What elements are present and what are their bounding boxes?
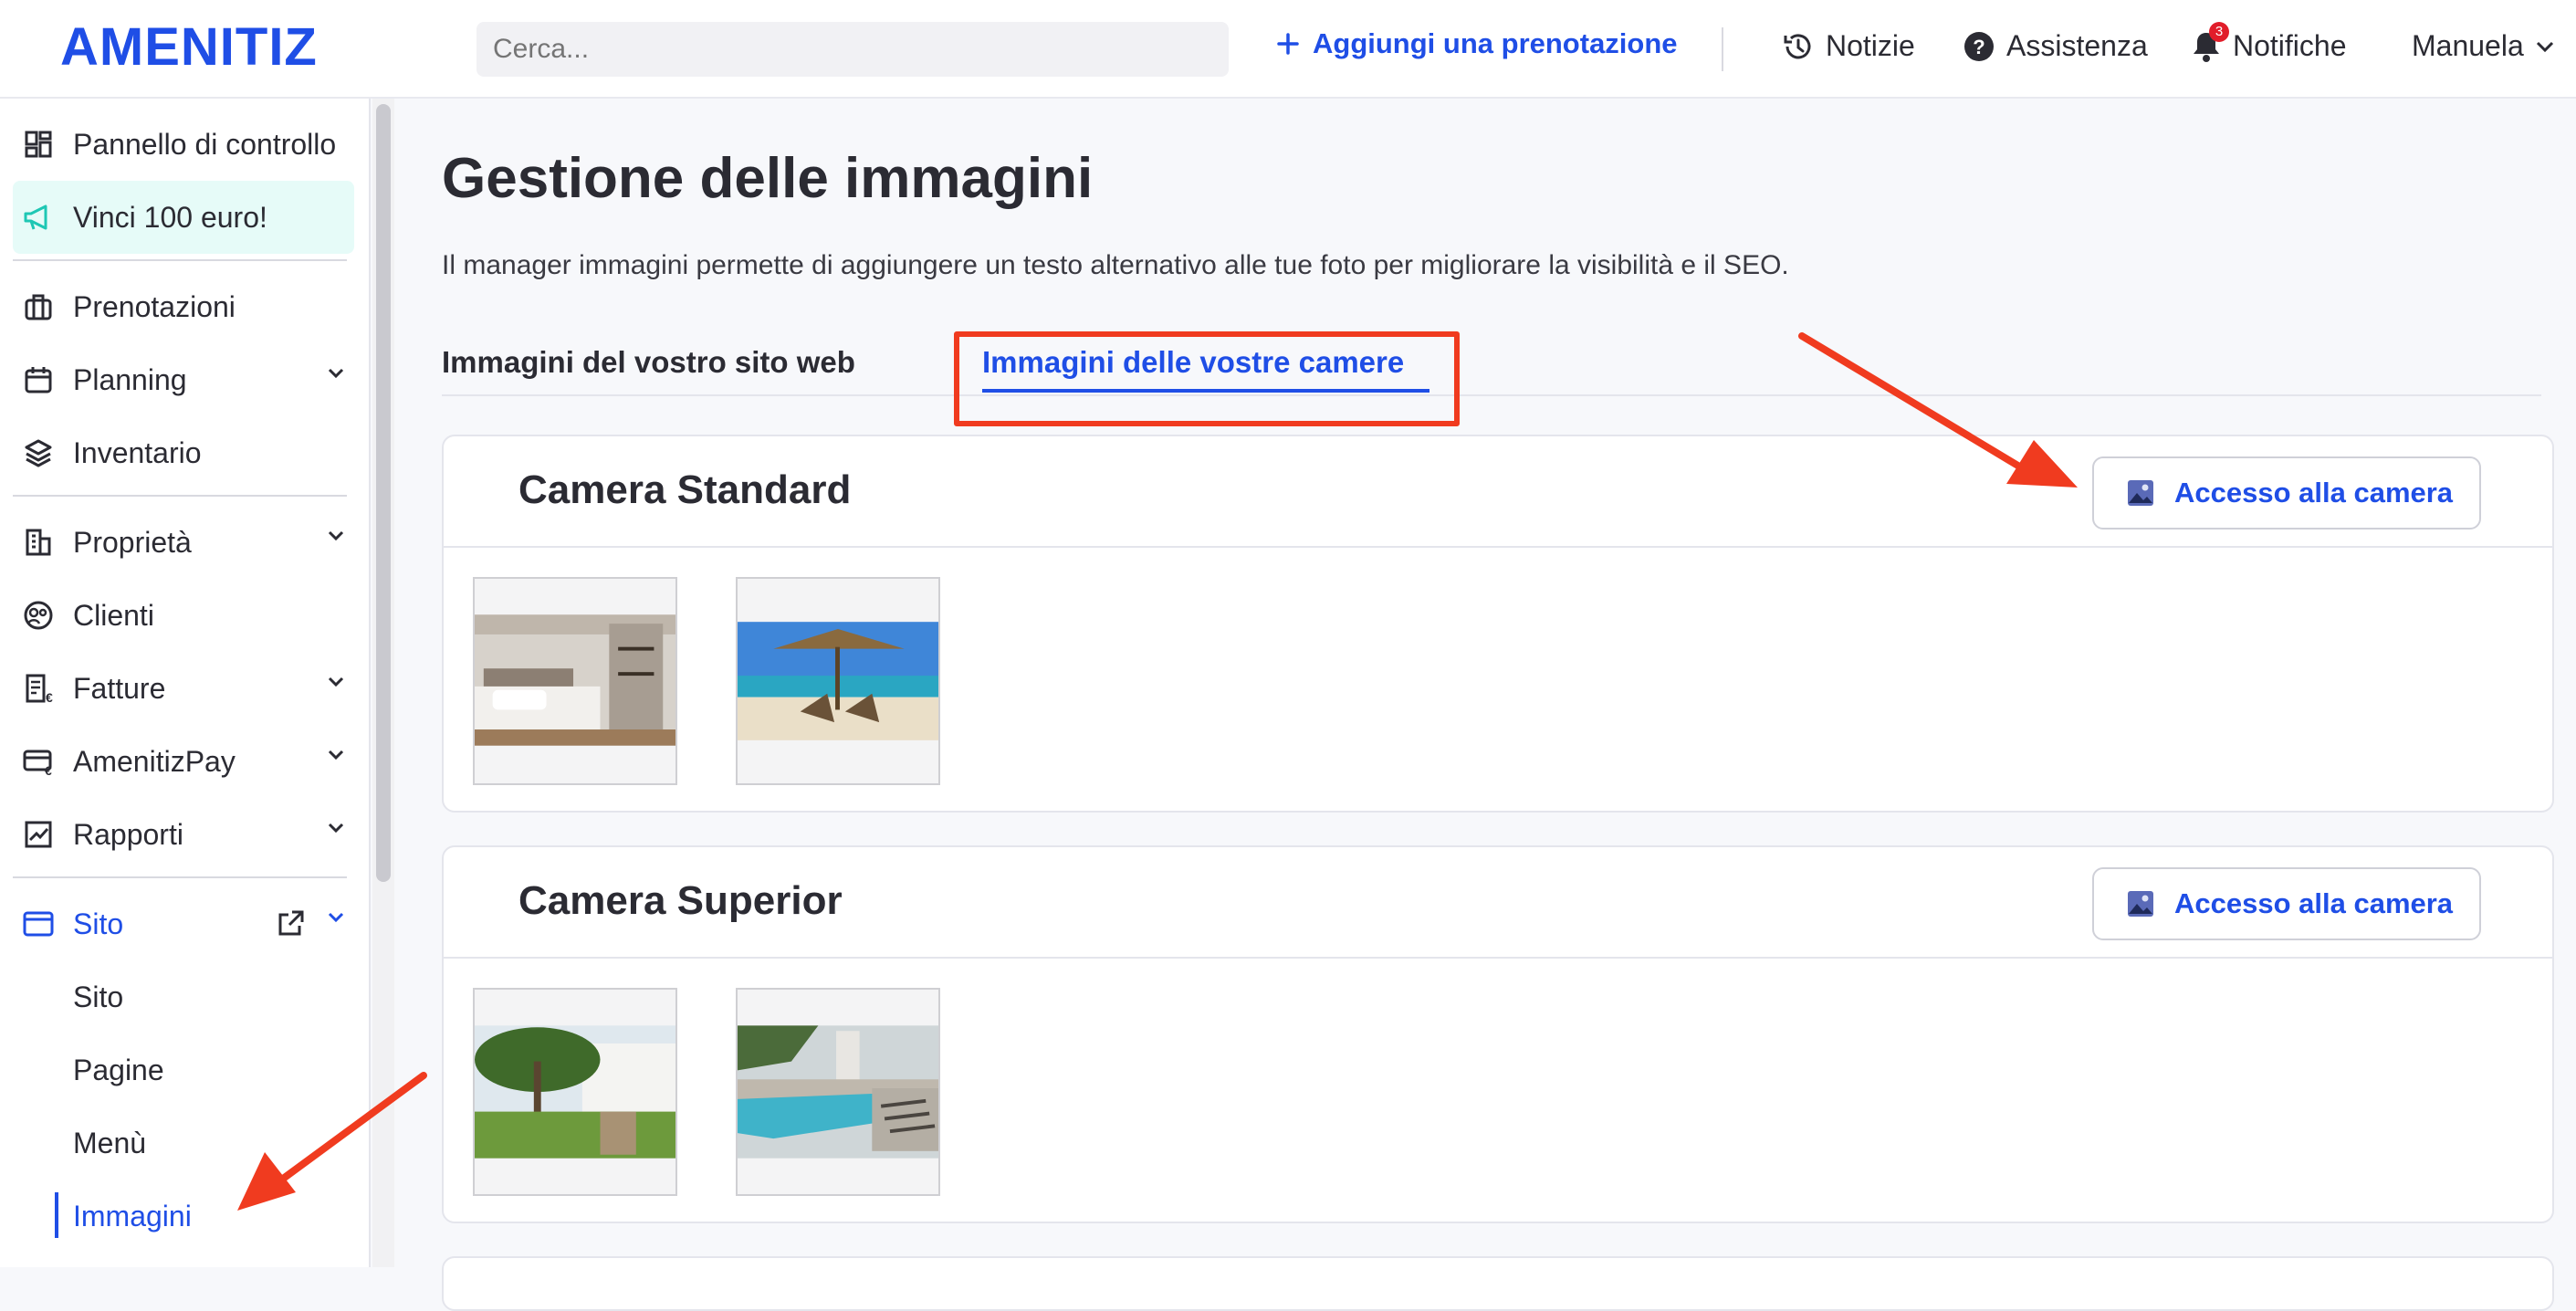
- annotation-highlight-box: [954, 331, 1460, 426]
- chevron-down-icon: [328, 530, 344, 541]
- users-icon: [22, 599, 55, 632]
- chart-icon: [22, 818, 55, 851]
- sidebar-item-label: Clienti: [73, 598, 154, 632]
- sidebar-item-label: Prenotazioni: [73, 289, 236, 323]
- notifications-label: Notifiche: [2233, 29, 2347, 62]
- room-photo-beach[interactable]: [736, 577, 940, 785]
- sidebar-item-label: Proprietà: [73, 525, 192, 559]
- megaphone-icon: [22, 201, 55, 234]
- room-photo-garden[interactable]: [473, 988, 677, 1196]
- chevron-down-icon: [328, 750, 344, 760]
- room-card-superior: Camera Superior Accesso alla camera: [442, 845, 2554, 1223]
- plus-icon: [1277, 33, 1299, 55]
- sidebar-item-reports[interactable]: Rapporti: [13, 798, 354, 871]
- layers-icon: [22, 436, 55, 469]
- room-access-label: Accesso alla camera: [2174, 477, 2454, 509]
- tab-website-images[interactable]: Immagini del vostro sito web: [442, 345, 855, 380]
- sidebar-item-planning[interactable]: Planning: [13, 343, 354, 416]
- room-card-header: Camera Standard Accesso alla camera: [444, 436, 2552, 548]
- sidebar-subitem-site[interactable]: Sito: [73, 981, 123, 1014]
- room-card-header: Camera Superior Accesso alla camera: [444, 847, 2552, 959]
- browser-icon: [22, 907, 55, 940]
- room-card-partial: [442, 1256, 2554, 1311]
- room-title: Camera Superior: [518, 878, 843, 923]
- divider: [13, 876, 347, 878]
- room-title: Camera Standard: [518, 467, 852, 512]
- room-card-standard: Camera Standard Accesso alla camera: [442, 435, 2554, 813]
- image-icon: [2127, 479, 2154, 507]
- search-input[interactable]: [476, 22, 1229, 77]
- credit-card-icon: €: [22, 745, 55, 778]
- chevron-down-icon: [328, 912, 344, 923]
- sidebar-subitem-pages[interactable]: Pagine: [73, 1054, 164, 1087]
- sidebar-item-label: Rapporti: [73, 817, 183, 851]
- sidebar-item-property[interactable]: Proprietà: [13, 506, 354, 579]
- history-icon: [1784, 33, 1811, 58]
- svg-text:€: €: [45, 763, 52, 776]
- suitcase-icon: [22, 290, 55, 323]
- sidebar-item-label: Fatture: [73, 671, 166, 705]
- room-photo-bedroom[interactable]: [473, 577, 677, 785]
- garden-photo: [475, 1025, 675, 1159]
- divider: [13, 259, 347, 261]
- news-link[interactable]: Notizie: [1782, 29, 1915, 63]
- external-link-icon[interactable]: [276, 909, 305, 939]
- sidebar-item-label: Pannello di controllo: [73, 127, 337, 161]
- sidebar-item-label: AmenitizPay: [73, 744, 236, 778]
- add-booking-button[interactable]: Aggiungi una prenotazione: [1276, 27, 1678, 60]
- sidebar-item-label: Planning: [73, 362, 187, 396]
- chevron-down-icon: [2536, 41, 2553, 52]
- top-bar: AMENITIZ Aggiungi una prenotazione Notiz…: [0, 0, 2576, 99]
- page-title: Gestione delle immagini: [442, 147, 1094, 210]
- sidebar-item-clients[interactable]: Clienti: [13, 579, 354, 652]
- sidebar-item-bookings[interactable]: Prenotazioni: [13, 270, 354, 343]
- room-access-label: Accesso alla camera: [2174, 887, 2454, 919]
- scrollbar[interactable]: [376, 104, 391, 882]
- logo[interactable]: AMENITIZ: [60, 16, 318, 78]
- add-booking-label: Aggiungi una prenotazione: [1313, 27, 1678, 59]
- sidebar-item-label: Sito: [73, 907, 124, 940]
- sidebar-item-dashboard[interactable]: Pannello di controllo: [13, 108, 354, 181]
- sidebar-item-website[interactable]: Sito: [13, 887, 354, 960]
- invoice-icon: €: [22, 672, 55, 705]
- svg-text:€: €: [46, 690, 53, 704]
- chevron-down-icon: [328, 368, 344, 379]
- room-access-button[interactable]: Accesso alla camera: [2092, 867, 2481, 940]
- chevron-down-icon: [328, 676, 344, 687]
- help-icon: ?: [1964, 31, 1994, 61]
- support-label: Assistenza: [2006, 29, 2148, 62]
- news-label: Notizie: [1826, 29, 1915, 62]
- sidebar-item-label: Vinci 100 euro!: [73, 200, 267, 234]
- room-photo-pool[interactable]: [736, 988, 940, 1196]
- sidebar-item-inventory[interactable]: Inventario: [13, 416, 354, 489]
- sidebar-item-invoices[interactable]: € Fatture: [13, 652, 354, 725]
- chevron-down-icon: [328, 823, 344, 834]
- notifications-badge: 3: [2209, 22, 2229, 42]
- sidebar-subitem-menu[interactable]: Menù: [73, 1127, 146, 1160]
- support-link[interactable]: ? Assistenza: [1963, 29, 2148, 63]
- active-indicator: [55, 1192, 58, 1238]
- divider: [13, 495, 347, 497]
- pool-photo: [738, 1025, 938, 1159]
- beach-photo: [738, 622, 938, 740]
- user-name: Manuela: [2412, 29, 2524, 62]
- calendar-icon: [22, 363, 55, 396]
- sidebar-item-amenitizpay[interactable]: € AmenitizPay: [13, 725, 354, 798]
- room-access-button[interactable]: Accesso alla camera: [2092, 456, 2481, 530]
- tab-separator: [442, 394, 2541, 396]
- page-description: Il manager immagini permette di aggiunge…: [442, 250, 1789, 280]
- bedroom-photo: [475, 614, 675, 746]
- image-icon: [2127, 890, 2154, 918]
- building-icon: [22, 526, 55, 559]
- divider: [1722, 27, 1723, 71]
- dashboard-icon: [22, 128, 55, 161]
- sidebar-item-referral[interactable]: Vinci 100 euro!: [13, 181, 354, 254]
- svg-text:?: ?: [1973, 36, 1984, 58]
- sidebar-item-label: Inventario: [73, 435, 202, 469]
- sidebar-subitem-images[interactable]: Immagini: [73, 1200, 192, 1233]
- user-menu[interactable]: Manuela: [2412, 29, 2555, 63]
